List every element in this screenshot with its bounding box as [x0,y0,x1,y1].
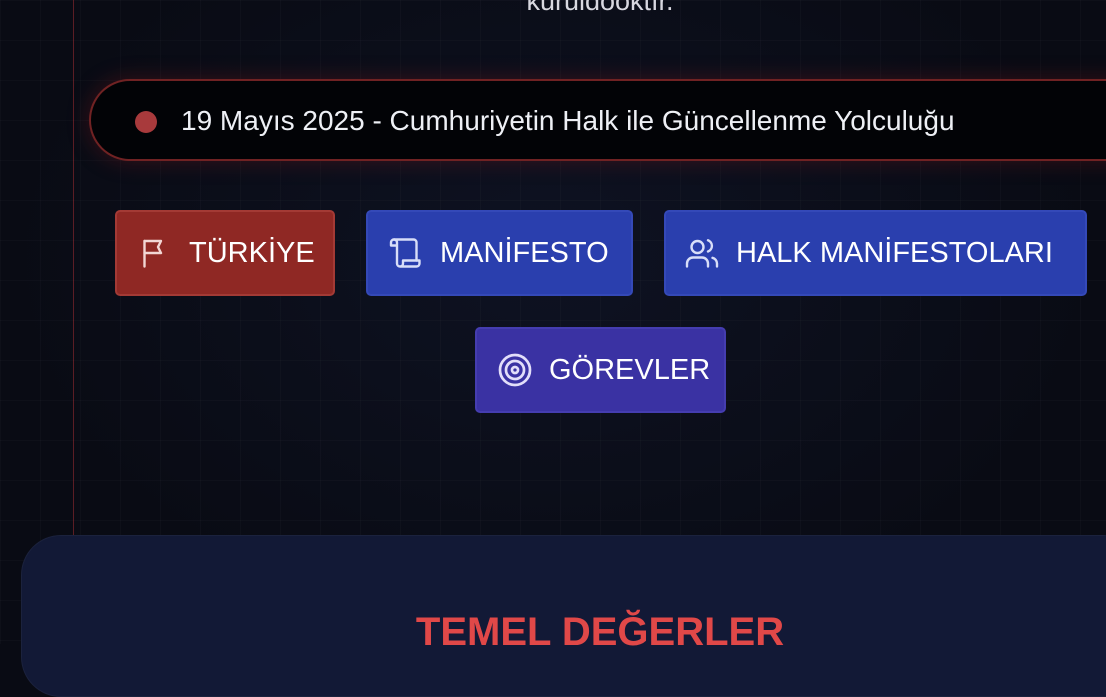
date-banner: 19 Mayıs 2025 - Cumhuriyetin Halk ile Gü… [89,79,1106,161]
halk-manifestolari-button[interactable]: HALK MANİFESTOLARI [664,210,1087,296]
scroll-icon [388,235,424,271]
halk-manifestolari-button-label: HALK MANİFESTOLARI [736,236,1053,269]
date-banner-text: 19 Mayıs 2025 - Cumhuriyetin Halk ile Gü… [181,105,955,136]
status-dot [135,111,157,133]
values-section-title: TEMEL DEĞERLER [415,610,785,654]
gorevler-button[interactable]: GÖREVLER [475,327,726,413]
manifesto-button[interactable]: MANİFESTO [366,210,633,296]
flag-icon [137,235,173,271]
gorevler-button-label: GÖREVLER [549,353,711,386]
users-icon [684,235,720,271]
manifesto-button-label: MANİFESTO [440,236,609,269]
hero-subtitle: kuruldooktır. [526,0,674,16]
turkiye-button-label: TÜRKİYE [189,236,315,269]
turkiye-button[interactable]: TÜRKİYE [115,210,335,296]
target-icon [497,352,533,388]
